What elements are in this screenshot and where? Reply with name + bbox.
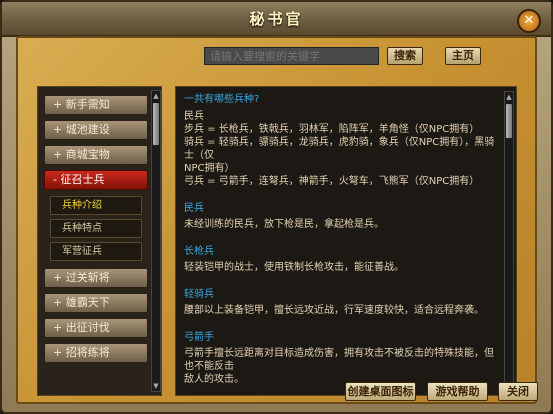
section-heading: 长枪兵 [184, 246, 214, 257]
title-bar: 秘书官 ✕ [2, 2, 551, 37]
content-line: 民兵 [184, 111, 204, 122]
window-title: 秘书官 [249, 10, 304, 28]
sub-item-barracks[interactable]: 军营征兵 [50, 242, 142, 261]
content-line: 步兵 = 长枪兵，铁戟兵，羽林军，陷阵军，羊角怪（仅NPC拥有） [184, 124, 480, 135]
section-heading: 民兵 [184, 203, 204, 214]
scroll-up-icon[interactable]: ▲ [505, 92, 513, 102]
scroll-up-icon[interactable]: ▲ [152, 91, 160, 101]
section-text: 未经训练的民兵，放下枪是民，拿起枪是兵。 [184, 219, 384, 230]
sub-item-unit-intro[interactable]: 兵种介绍 [50, 196, 142, 215]
section-text: 腰部以上装备铠甲，擅长远攻近战，行军速度较快，适合远程奔袭。 [184, 305, 484, 316]
search-button[interactable]: 搜索 [387, 47, 423, 65]
sidebar-item-pass[interactable]: + 过关斩将 [44, 268, 148, 288]
content-scrollbar[interactable]: ▲ ▼ [504, 91, 514, 391]
home-button[interactable]: 主页 [445, 47, 481, 65]
content-line: 骑兵 = 轻骑兵，骠骑兵，龙骑兵，虎豹骑，象兵（仅NPC拥有），黑骑士（仅 [184, 137, 495, 161]
sidebar-item-city[interactable]: + 城池建设 [44, 120, 148, 140]
sidebar-scroll-thumb[interactable] [153, 103, 159, 145]
close-button[interactable]: 关闭 [498, 382, 538, 401]
content-line: 弓兵 = 弓箭手，连弩兵，神箭手，火弩车，飞熊军（仅NPC拥有） [184, 176, 480, 187]
sidebar-item-shop[interactable]: + 商城宝物 [44, 145, 148, 165]
sub-item-unit-features[interactable]: 兵种特点 [50, 219, 142, 238]
sidebar-scrollbar[interactable]: ▲ ▼ [151, 90, 161, 392]
secretary-window: 秘书官 ✕ 搜索 主页 + 新手需知 + 城池建设 + 商城宝物 - 征召士兵 … [0, 0, 553, 414]
question-heading: 一共有哪些兵种? [184, 94, 260, 105]
create-desktop-icon-button[interactable]: 创建桌面图标 [345, 382, 416, 401]
game-help-button[interactable]: 游戏帮助 [427, 382, 488, 401]
section-text: 弓箭手擅长远距离对目标造成伤害，拥有攻击不被反击的特殊技能，但也不能反击 [184, 348, 494, 372]
section-heading: 轻骑兵 [184, 289, 214, 300]
sidebar-item-recruit[interactable]: - 征召士兵 [44, 170, 148, 190]
content-area: 一共有哪些兵种? 民兵 步兵 = 长枪兵，铁戟兵，羽林军，陷阵军，羊角怪（仅NP… [175, 86, 517, 396]
section-heading: 弓箭手 [184, 332, 214, 343]
content-line: NPC拥有） [184, 163, 235, 174]
sidebar-item-dominate[interactable]: + 雄霸天下 [44, 293, 148, 313]
scroll-down-icon[interactable]: ▼ [152, 381, 160, 391]
sidebar: + 新手需知 + 城池建设 + 商城宝物 - 征召士兵 兵种介绍 兵种特点 军营… [37, 86, 162, 396]
main-panel: 搜索 主页 + 新手需知 + 城池建设 + 商城宝物 - 征召士兵 兵种介绍 兵… [16, 36, 537, 404]
close-icon[interactable]: ✕ [517, 9, 541, 33]
sidebar-item-generals[interactable]: + 招将练将 [44, 343, 148, 363]
sidebar-item-newbie[interactable]: + 新手需知 [44, 95, 148, 115]
search-input[interactable] [204, 47, 379, 65]
content-scroll-thumb[interactable] [506, 104, 512, 138]
content-text: 一共有哪些兵种? 民兵 步兵 = 长枪兵，铁戟兵，羽林军，陷阵军，羊角怪（仅NP… [184, 93, 502, 386]
section-text: 轻装铠甲的战士，使用铁制长枪攻击，能征善战。 [184, 262, 404, 273]
sidebar-item-expedition[interactable]: + 出征讨伐 [44, 318, 148, 338]
